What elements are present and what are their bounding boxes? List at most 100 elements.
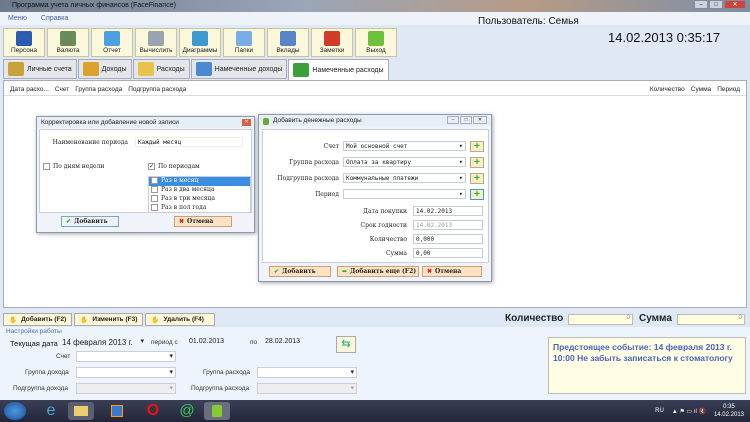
periods-list[interactable]: ✓ Раз в месяц Раз в два месяца Раз в три ме…: [148, 176, 251, 213]
col-account[interactable]: Счет: [55, 86, 69, 93]
safe-icon: [8, 62, 24, 76]
toolbar-button-4[interactable]: Диаграммы: [179, 28, 221, 57]
by-weekdays-checkbox[interactable]: По дням недели: [43, 163, 104, 170]
minimize-button[interactable]: –: [694, 0, 708, 9]
add-record-button[interactable]: ✋ Добавить (F2): [3, 313, 73, 326]
expense-subgroup-select[interactable]: [257, 383, 357, 394]
close-button[interactable]: ✕: [724, 0, 746, 9]
taskbar: e O @ RU ▲ ⚑ ▭ ıl 🔇 0:35 14.02.2013: [0, 400, 750, 422]
coins-icon: [82, 62, 99, 76]
toolbar-button-8[interactable]: Выход: [355, 28, 397, 57]
period-option[interactable]: Раз в пол года: [149, 204, 250, 212]
subgroup-select[interactable]: Коммунальные платежи: [343, 173, 466, 183]
period-option[interactable]: Раз в три месяца: [149, 195, 250, 204]
cancel-button[interactable]: ✖ Отмена: [422, 266, 482, 277]
settings-title: Настройки работы: [6, 328, 62, 335]
add-subgroup-button[interactable]: +: [470, 173, 484, 184]
expense-group-select[interactable]: [257, 367, 357, 378]
period-dialog-title: Корректировка или добавление новой запис…: [37, 117, 254, 128]
toolbar-button-2[interactable]: Отчет: [91, 28, 133, 57]
sum-stepper[interactable]: 0,00: [413, 248, 483, 258]
account-select[interactable]: [76, 351, 176, 362]
ie-icon[interactable]: e: [38, 402, 64, 420]
calendar-icon: [324, 31, 340, 46]
add-more-button[interactable]: ➡ Добавить еще (F2): [337, 266, 419, 277]
refresh-button[interactable]: ⇆: [336, 336, 356, 353]
cross-icon: ✖: [179, 218, 185, 225]
edit-record-button[interactable]: ✋ Изменить (F3): [74, 313, 144, 326]
explorer-icon[interactable]: [68, 402, 94, 420]
col-sum[interactable]: Сумма: [691, 86, 711, 93]
menu-item-help[interactable]: Справка: [41, 15, 68, 25]
period-name-label: Наименование периода: [52, 139, 128, 146]
minimize-icon[interactable]: –: [447, 116, 459, 124]
expiry-picker[interactable]: 14.02.2013: [413, 220, 483, 230]
col-subgroup[interactable]: Подгруппа расхода: [128, 86, 186, 93]
toolbar-button-7[interactable]: Заметки: [311, 28, 353, 57]
close-icon[interactable]: ✕: [242, 119, 251, 126]
toolbar-button-3[interactable]: Вычислить: [135, 28, 177, 57]
by-periods-checkbox[interactable]: ✓ По периодам: [148, 163, 200, 170]
expiry-label: Срок годности: [360, 222, 407, 229]
tab-3[interactable]: Намеченные доходы: [190, 59, 288, 79]
expense-subgroup-label: Подгруппа расхода: [191, 385, 250, 392]
period-from-picker[interactable]: 01.02.2013: [187, 337, 242, 348]
col-group[interactable]: Группа расхода: [75, 86, 122, 93]
close-icon[interactable]: ✕: [473, 116, 487, 124]
col-quantity[interactable]: Количество: [650, 86, 685, 93]
date-picker[interactable]: 14.02.2013: [413, 206, 483, 216]
tray-icons[interactable]: ▲ ⚑ ▭ ıl 🔇: [672, 408, 706, 415]
basket-icon: [293, 63, 310, 77]
wallet-icon: [137, 62, 154, 76]
bar-chart-icon: [104, 31, 120, 46]
menu-bar: Меню Справка: [0, 12, 750, 25]
media-player-icon[interactable]: [104, 402, 130, 420]
toolbar-button-1[interactable]: Валюта: [47, 28, 89, 57]
add-button[interactable]: ✔ Добавить: [61, 216, 119, 227]
toolbar-button-6[interactable]: Вклады: [267, 28, 309, 57]
tray-clock[interactable]: 0:35 14.02.2013: [714, 403, 744, 419]
line-chart-icon: [280, 31, 296, 46]
maximize-button[interactable]: □: [709, 0, 723, 9]
start-button[interactable]: [4, 402, 26, 420]
subgroup-label: Подгруппа расхода: [277, 175, 339, 182]
maximize-icon[interactable]: □: [460, 116, 472, 124]
add-period-button[interactable]: +: [470, 189, 484, 200]
account-label: Счет: [323, 143, 339, 150]
col-period[interactable]: Период: [717, 86, 740, 93]
period-to-picker[interactable]: 28.02.2013: [263, 337, 318, 348]
delete-record-button[interactable]: ✋ Удалить (F4): [145, 313, 215, 326]
current-date-select[interactable]: 14 февраля 2013 г.: [60, 337, 146, 348]
toolbar-button-5[interactable]: Папки: [223, 28, 265, 57]
cancel-button[interactable]: ✖ Отмена: [174, 216, 232, 227]
toolbar-button-0[interactable]: Персона: [3, 28, 45, 57]
period-name-input[interactable]: Каждый месяц: [135, 137, 243, 147]
period-option[interactable]: Раз в два месяца: [149, 186, 250, 195]
tab-1[interactable]: Доходы: [77, 59, 132, 79]
add-group-button[interactable]: +: [470, 157, 484, 168]
mail-agent-icon[interactable]: @: [174, 402, 200, 420]
tab-0[interactable]: Личные счета: [3, 59, 77, 79]
col-date[interactable]: Дата расхо...: [10, 86, 49, 93]
account-label: Счет: [56, 353, 71, 360]
opera-icon[interactable]: O: [140, 402, 166, 420]
facefinance-taskbar-icon[interactable]: [204, 402, 230, 420]
total-sum-value: 0: [677, 314, 745, 325]
add-account-button[interactable]: +: [470, 141, 484, 152]
language-indicator[interactable]: RU: [655, 408, 664, 414]
tab-4[interactable]: Намеченные расходы: [288, 59, 389, 80]
menu-item-menu[interactable]: Меню: [8, 15, 27, 25]
period-from-label: период с: [151, 339, 178, 346]
add-button[interactable]: ✔ Добавить: [269, 266, 331, 277]
period-option[interactable]: ✓ Раз в месяц: [149, 177, 250, 186]
income-subgroup-select[interactable]: [76, 383, 176, 394]
period-select[interactable]: [343, 189, 466, 199]
quantity-stepper[interactable]: 0,000: [413, 234, 483, 244]
window-title: Программа учета личных финансов (FaceFin…: [12, 2, 176, 9]
hand-icon: ✋: [9, 317, 18, 324]
income-group-select[interactable]: [76, 367, 176, 378]
account-select[interactable]: Мой основной счет: [343, 141, 466, 151]
tab-2[interactable]: Расходы: [132, 59, 190, 79]
income-group-label: Группа дохода: [25, 369, 69, 376]
group-select[interactable]: Оплата за квартиру: [343, 157, 466, 167]
